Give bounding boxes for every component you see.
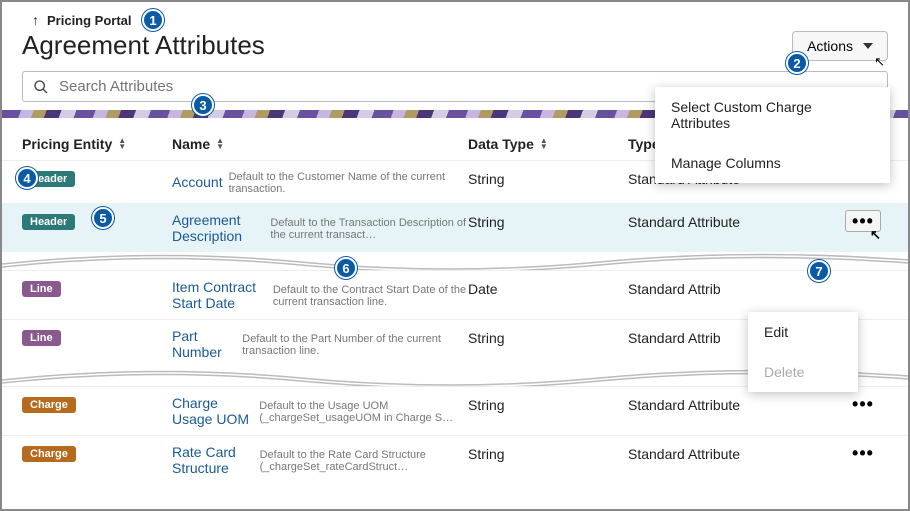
col-header-pricing-entity[interactable]: Pricing Entity ▲▼ [22,136,172,152]
row-type: Standard Attribute [628,212,838,230]
sort-icon: ▲▼ [216,138,224,150]
row-more-button[interactable]: ••• [846,443,880,463]
up-arrow-icon[interactable]: ↑ [32,12,39,28]
row-name[interactable]: Rate Card Structure [172,444,254,476]
actions-button[interactable]: Actions ↖ [792,31,888,61]
callout-4: 4 [16,167,38,189]
row-context-menu: Edit Delete [748,312,858,392]
callout-7: 7 [808,260,830,282]
callout-2: 2 [786,52,808,74]
actions-label: Actions [807,38,853,54]
row-data-type: String [468,444,628,462]
row-data-type: String [468,169,628,187]
sort-icon: ▲▼ [118,138,126,150]
entity-badge: Header [22,214,75,230]
row-data-type: String [468,212,628,230]
row-name[interactable]: Item Contract Start Date [172,279,267,311]
row-more-button[interactable]: ••• [846,394,880,414]
entity-badge: Charge [22,397,76,413]
page-title: Agreement Attributes [22,30,265,61]
callout-6: 6 [335,257,357,279]
callout-3: 3 [192,94,214,116]
row-desc: Default to the Rate Card Structure (_cha… [260,449,468,473]
search-icon [33,79,49,95]
row-type: Standard Attribute [628,444,838,462]
entity-badge: Line [22,330,61,346]
table-row[interactable]: Header Agreement DescriptionDefault to th… [2,203,908,252]
menu-item-edit[interactable]: Edit [748,312,858,352]
menu-item-select-custom-charge[interactable]: Select Custom Charge Attributes [655,87,890,143]
entity-badge: Charge [22,446,76,462]
sort-icon: ▲▼ [540,138,548,150]
row-name[interactable]: Charge Usage UOM [172,395,253,427]
table-row[interactable]: Charge Charge Usage UOMDefault to the Usa… [2,386,908,435]
breadcrumb: ↑ Pricing Portal [2,2,908,30]
wave-separator [2,252,908,270]
breadcrumb-label[interactable]: Pricing Portal [47,13,132,28]
row-type: Standard Attribute [628,395,838,413]
row-desc: Default to the Customer Name of the curr… [229,171,468,195]
row-name[interactable]: Account [172,174,223,190]
row-name[interactable]: Part Number [172,328,236,360]
entity-badge: Line [22,281,61,297]
chevron-down-icon [863,43,873,49]
callout-1: 1 [142,9,164,31]
row-desc: Default to the Usage UOM (_chargeSet_usa… [259,400,468,424]
row-desc: Default to the Contract Start Date of th… [273,284,468,308]
cursor-icon: ↖ [874,54,885,70]
cursor-icon: ↖ [870,228,882,241]
menu-item-delete[interactable]: Delete [748,352,858,392]
row-data-type: String [468,328,628,346]
row-name[interactable]: Agreement Description [172,212,264,244]
row-data-type: String [468,395,628,413]
table-row[interactable]: Charge Rate Card StructureDefault to the … [2,435,908,484]
col-header-data-type[interactable]: Data Type ▲▼ [468,136,628,152]
col-header-name[interactable]: Name ▲▼ [172,136,468,152]
row-type: Standard Attrib [628,279,838,297]
row-more-button[interactable]: •••↖ [845,210,881,232]
callout-5: 5 [92,207,114,229]
menu-item-manage-columns[interactable]: Manage Columns [655,143,890,183]
row-data-type: Date [468,279,628,297]
row-desc: Default to the Transaction Description o… [270,217,468,241]
page-header: Agreement Attributes Actions ↖ [2,30,908,71]
row-desc: Default to the Part Number of the curren… [242,333,468,357]
actions-menu: Select Custom Charge Attributes Manage C… [655,87,890,183]
